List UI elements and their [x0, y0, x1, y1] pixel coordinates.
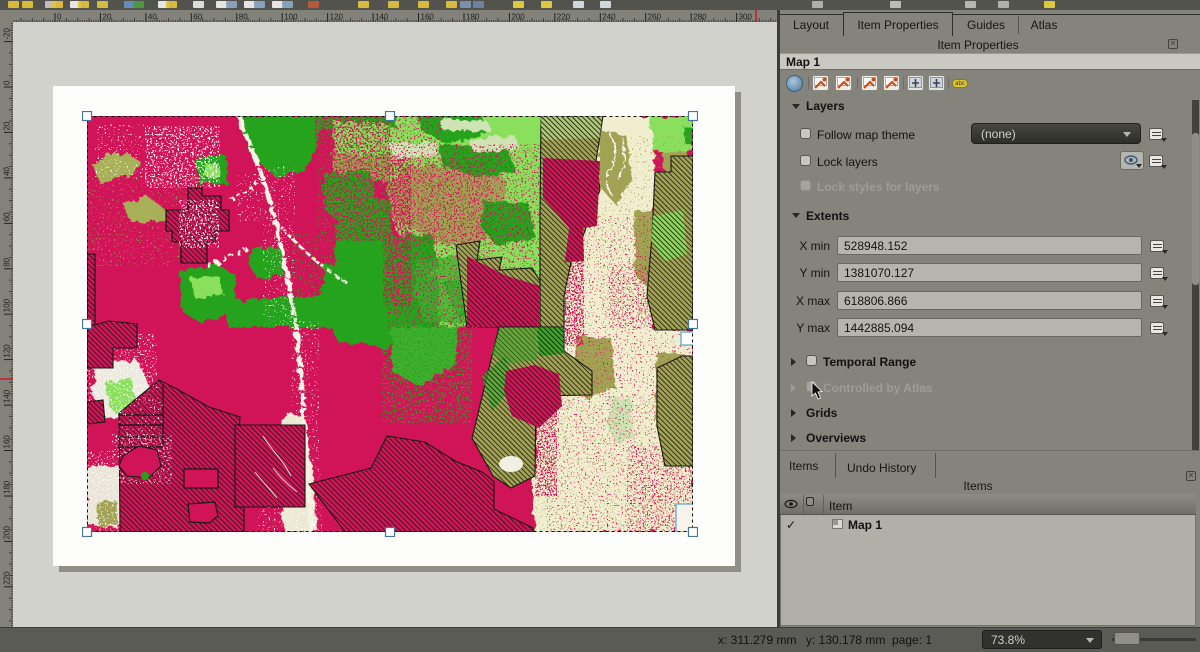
- svg-text:160: 160: [3, 435, 12, 449]
- svg-text:220: 220: [3, 571, 12, 585]
- svg-text:40: 40: [3, 166, 12, 175]
- svg-text:180: 180: [3, 480, 12, 494]
- svg-text:140: 140: [3, 389, 12, 403]
- svg-text:80: 80: [3, 257, 12, 266]
- svg-text:0: 0: [3, 80, 12, 85]
- svg-text:20: 20: [3, 121, 12, 130]
- svg-text:200: 200: [3, 526, 12, 540]
- svg-text:100: 100: [3, 298, 12, 312]
- svg-text:-20: -20: [3, 27, 12, 39]
- svg-text:120: 120: [3, 344, 12, 358]
- svg-text:60: 60: [3, 212, 12, 221]
